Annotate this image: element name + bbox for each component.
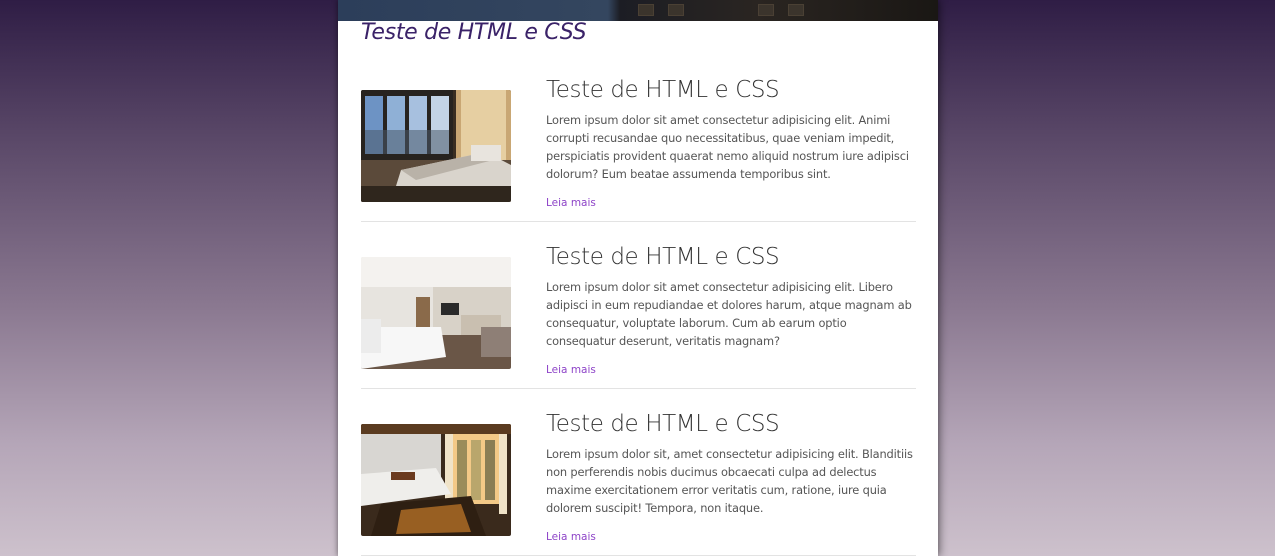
- read-more-link[interactable]: Leia mais: [546, 531, 596, 543]
- page-content: Teste de HTML e CSS Teste de HTML e CSS: [338, 0, 938, 556]
- post-card: Teste de HTML e CSS Lorem ipsum dolor si…: [361, 244, 916, 389]
- post-card: Teste de HTML e CSS Lorem ipsum dolor si…: [361, 77, 916, 222]
- post-thumbnail-white-bedroom[interactable]: [361, 257, 511, 369]
- post-thumbnail-sunset-bedroom[interactable]: [361, 424, 511, 536]
- read-more-link[interactable]: Leia mais: [546, 364, 596, 376]
- read-more-link[interactable]: Leia mais: [546, 197, 596, 209]
- post-thumbnail-bedroom-city-view[interactable]: [361, 90, 511, 202]
- post-title[interactable]: Teste de HTML e CSS: [546, 411, 780, 437]
- post-excerpt: Lorem ipsum dolor sit, amet consectetur …: [546, 447, 913, 515]
- post-card: Teste de HTML e CSS Lorem ipsum dolor si…: [361, 411, 916, 556]
- hero-image-strip: [338, 0, 938, 21]
- post-excerpt: Lorem ipsum dolor sit amet consectetur a…: [546, 113, 909, 181]
- section-title: Teste de HTML e CSS: [361, 20, 587, 45]
- post-title[interactable]: Teste de HTML e CSS: [546, 244, 780, 270]
- post-title[interactable]: Teste de HTML e CSS: [546, 77, 780, 103]
- post-excerpt: Lorem ipsum dolor sit amet consectetur a…: [546, 280, 912, 348]
